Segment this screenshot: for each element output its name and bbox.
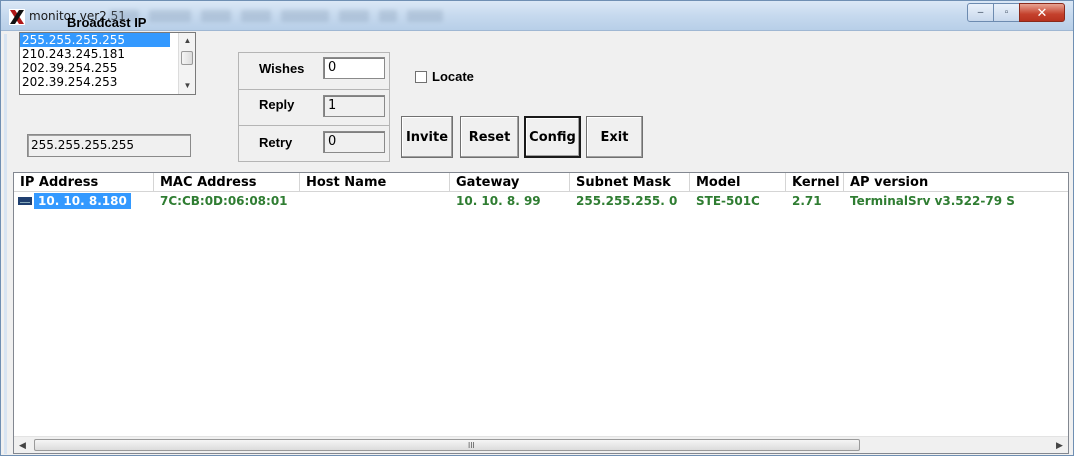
- broadcast-ip-field[interactable]: 255.255.255.255: [27, 134, 191, 157]
- table-row[interactable]: 10. 10. 8.180 7C:CB:0D:06:08:01 10. 10. …: [14, 193, 1068, 209]
- column-gateway[interactable]: Gateway: [450, 173, 570, 192]
- cell-subnet: 255.255.255. 0: [576, 194, 678, 208]
- cell-model: STE-501C: [696, 194, 760, 208]
- wishes-field[interactable]: 0: [323, 57, 385, 79]
- scroll-grip: III: [468, 441, 475, 450]
- list-item[interactable]: 255.255.255.255: [20, 33, 170, 47]
- cell-kernel: 2.71: [792, 194, 822, 208]
- exit-button[interactable]: Exit: [586, 116, 643, 158]
- reply-label: Reply: [259, 97, 295, 112]
- retry-field: 0: [323, 131, 385, 153]
- cell-gateway: 10. 10. 8. 99: [456, 194, 541, 208]
- network-device-icon: [18, 197, 32, 205]
- minimize-button[interactable]: –: [967, 3, 994, 22]
- device-list-header: IP Address MAC Address Host Name Gateway…: [14, 173, 1068, 192]
- column-ip-address[interactable]: IP Address: [14, 173, 154, 192]
- minimize-icon: –: [977, 7, 984, 18]
- cell-ap-version: TerminalSrv v3.522-79 S: [850, 194, 1015, 208]
- reply-field: 1: [323, 95, 385, 117]
- ip-address-value: 10. 10. 8.180: [34, 193, 131, 209]
- column-host-name[interactable]: Host Name: [300, 173, 450, 192]
- column-mac-address[interactable]: MAC Address: [154, 173, 300, 192]
- reset-button[interactable]: Reset: [460, 116, 519, 158]
- app-logo-icon: [9, 9, 25, 25]
- divider: [239, 125, 389, 126]
- caption-buttons: – ▫ ✕: [967, 3, 1065, 22]
- wishes-label: Wishes: [259, 61, 305, 76]
- list-item[interactable]: 202.39.254.253: [20, 75, 195, 89]
- scroll-right-icon[interactable]: ▶: [1051, 437, 1068, 454]
- broadcast-list-scrollbar[interactable]: ▲ ▼: [178, 33, 195, 94]
- locate-label[interactable]: Locate: [432, 69, 474, 84]
- obscured-menu-bar: [109, 10, 489, 24]
- device-list[interactable]: IP Address MAC Address Host Name Gateway…: [13, 172, 1069, 454]
- app-window: monitor ver2.51 – ▫ ✕ Broadcast IP 255.2…: [0, 0, 1074, 456]
- ip-wrap: 10. 10. 8.180: [14, 193, 154, 209]
- cell-ip: 10. 10. 8.180: [14, 193, 154, 209]
- broadcast-ip-list[interactable]: 255.255.255.255 210.243.245.181 202.39.2…: [19, 32, 196, 95]
- column-ap-version[interactable]: AP version: [844, 173, 1068, 192]
- invite-button[interactable]: Invite: [401, 116, 453, 158]
- scroll-up-icon[interactable]: ▲: [179, 33, 195, 49]
- column-subnet-mask[interactable]: Subnet Mask: [570, 173, 690, 192]
- list-item[interactable]: 210.243.245.181: [20, 47, 195, 61]
- close-button[interactable]: ✕: [1019, 3, 1065, 22]
- locate-checkbox[interactable]: [415, 71, 427, 83]
- broadcast-ip-label: Broadcast IP: [67, 15, 147, 30]
- column-model[interactable]: Model: [690, 173, 786, 192]
- cell-mac: 7C:CB:0D:06:08:01: [160, 194, 288, 208]
- retry-label: Retry: [259, 135, 293, 150]
- list-item[interactable]: 202.39.254.255: [20, 61, 195, 75]
- maximize-icon: ▫: [1004, 7, 1009, 18]
- close-icon: ✕: [1036, 4, 1048, 20]
- divider: [239, 89, 389, 90]
- device-list-hscrollbar[interactable]: ◀ III ▶: [14, 436, 1068, 453]
- title-bar[interactable]: monitor ver2.51 – ▫ ✕: [1, 1, 1073, 31]
- maximize-button[interactable]: ▫: [993, 3, 1020, 22]
- column-kernel[interactable]: Kernel: [786, 173, 844, 192]
- scroll-left-icon[interactable]: ◀: [14, 437, 31, 454]
- scroll-thumb[interactable]: III: [34, 439, 860, 451]
- scroll-thumb[interactable]: [181, 51, 193, 65]
- cell-host: [300, 193, 450, 209]
- window-frame-edge: [4, 34, 7, 454]
- scroll-down-icon[interactable]: ▼: [179, 78, 195, 94]
- config-button[interactable]: Config: [524, 116, 581, 158]
